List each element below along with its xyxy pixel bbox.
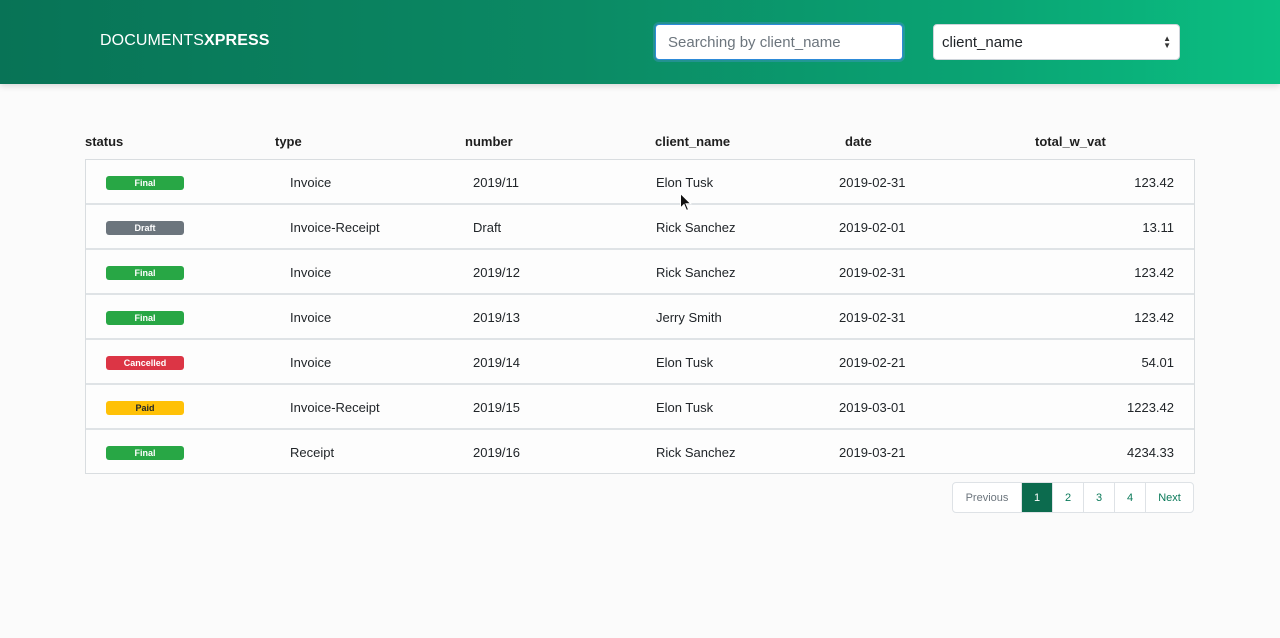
cell-number: 2019/14 (473, 355, 520, 370)
status-badge: Final (106, 311, 184, 325)
cell-total: 123.42 (1134, 175, 1174, 190)
pagination-page-1[interactable]: 1 (1021, 483, 1052, 512)
cell-date: 2019-02-31 (839, 265, 906, 280)
brand-part-2: XPRESS (204, 32, 270, 49)
cell-type: Invoice-Receipt (290, 400, 380, 415)
cell-date: 2019-02-21 (839, 355, 906, 370)
pagination-previous[interactable]: Previous (953, 483, 1021, 512)
cell-total: 1223.42 (1127, 400, 1174, 415)
table-row[interactable]: Final Receipt 2019/16 Rick Sanchez 2019-… (86, 430, 1194, 473)
cell-type: Invoice (290, 265, 332, 280)
table-header: status type number client_name date tota… (85, 133, 1195, 151)
table-row[interactable]: Cancelled Invoice 2019/14 Elon Tusk 2019… (86, 340, 1194, 385)
pagination-page-2[interactable]: 2 (1052, 483, 1083, 512)
cell-client-name: Rick Sanchez (656, 220, 736, 235)
table-row[interactable]: Final Invoice 2019/11 Elon Tusk 2019-02-… (86, 160, 1194, 205)
cell-number: 2019/12 (473, 265, 520, 280)
cell-total: 123.42 (1134, 265, 1174, 280)
cell-type: Invoice (290, 355, 332, 370)
search-field-wrapper (655, 24, 903, 60)
status-badge: Final (106, 266, 184, 280)
pagination-next[interactable]: Next (1145, 483, 1193, 512)
column-header-total[interactable]: total_w_vat (1035, 134, 1106, 149)
status-badge: Draft (106, 221, 184, 235)
cell-date: 2019-03-01 (839, 400, 906, 415)
table-row[interactable]: Draft Invoice-Receipt Draft Rick Sanchez… (86, 205, 1194, 250)
column-header-type[interactable]: type (275, 134, 302, 149)
mouse-pointer-icon (680, 193, 692, 212)
status-badge: Cancelled (106, 356, 184, 370)
cell-total: 13.11 (1142, 220, 1174, 235)
cell-number: 2019/15 (473, 400, 520, 415)
table-row[interactable]: Final Invoice 2019/13 Jerry Smith 2019-0… (86, 295, 1194, 340)
table-row[interactable]: Paid Invoice-Receipt 2019/15 Elon Tusk 2… (86, 385, 1194, 430)
cell-number: Draft (473, 220, 502, 235)
cell-date: 2019-02-31 (839, 175, 906, 190)
column-header-client-name[interactable]: client_name (655, 134, 730, 149)
cell-number: 2019/13 (473, 310, 520, 325)
table-row[interactable]: Final Invoice 2019/12 Rick Sanchez 2019-… (86, 250, 1194, 295)
cell-client-name: Jerry Smith (656, 310, 722, 325)
filter-select-value: client_name (942, 33, 1023, 51)
app-header: DOCUMENTSXPRESS client_name ▲▼ (0, 0, 1280, 84)
cell-client-name: Rick Sanchez (656, 265, 736, 280)
cell-total: 4234.33 (1127, 445, 1174, 460)
brand-logo[interactable]: DOCUMENTSXPRESS (100, 32, 270, 50)
cell-type: Invoice-Receipt (290, 220, 380, 235)
pagination-page-3[interactable]: 3 (1083, 483, 1114, 512)
search-input[interactable] (656, 25, 902, 59)
cell-client-name: Elon Tusk (656, 400, 714, 415)
cell-number: 2019/16 (473, 445, 520, 460)
cell-total: 123.42 (1134, 310, 1174, 325)
cell-type: Invoice (290, 310, 332, 325)
cell-client-name: Rick Sanchez (656, 445, 736, 460)
column-header-status[interactable]: status (85, 134, 123, 149)
cell-type: Receipt (290, 445, 335, 460)
cell-total: 54.01 (1141, 355, 1174, 370)
cell-date: 2019-03-21 (839, 445, 906, 460)
cell-client-name: Elon Tusk (656, 175, 714, 190)
filter-select[interactable]: client_name ▲ ▼ (933, 24, 1180, 60)
status-badge: Final (106, 176, 184, 190)
cell-client-name: Elon Tusk (656, 355, 714, 370)
pagination-page-4[interactable]: 4 (1114, 483, 1145, 512)
pagination: Previous 1 2 3 4 Next (952, 482, 1194, 513)
status-badge: Paid (106, 401, 184, 415)
status-badge: Final (106, 446, 184, 460)
column-header-date[interactable]: date (845, 134, 872, 149)
cell-date: 2019-02-31 (839, 310, 906, 325)
cell-number: 2019/11 (473, 175, 520, 190)
select-arrows-icon: ▲ ▼ (1163, 34, 1171, 50)
cell-type: Invoice (290, 175, 332, 190)
documents-table: Final Invoice 2019/11 Elon Tusk 2019-02-… (85, 159, 1195, 474)
brand-part-1: DOCUMENTS (100, 32, 205, 49)
column-header-number[interactable]: number (465, 134, 513, 149)
cell-date: 2019-02-01 (839, 220, 906, 235)
